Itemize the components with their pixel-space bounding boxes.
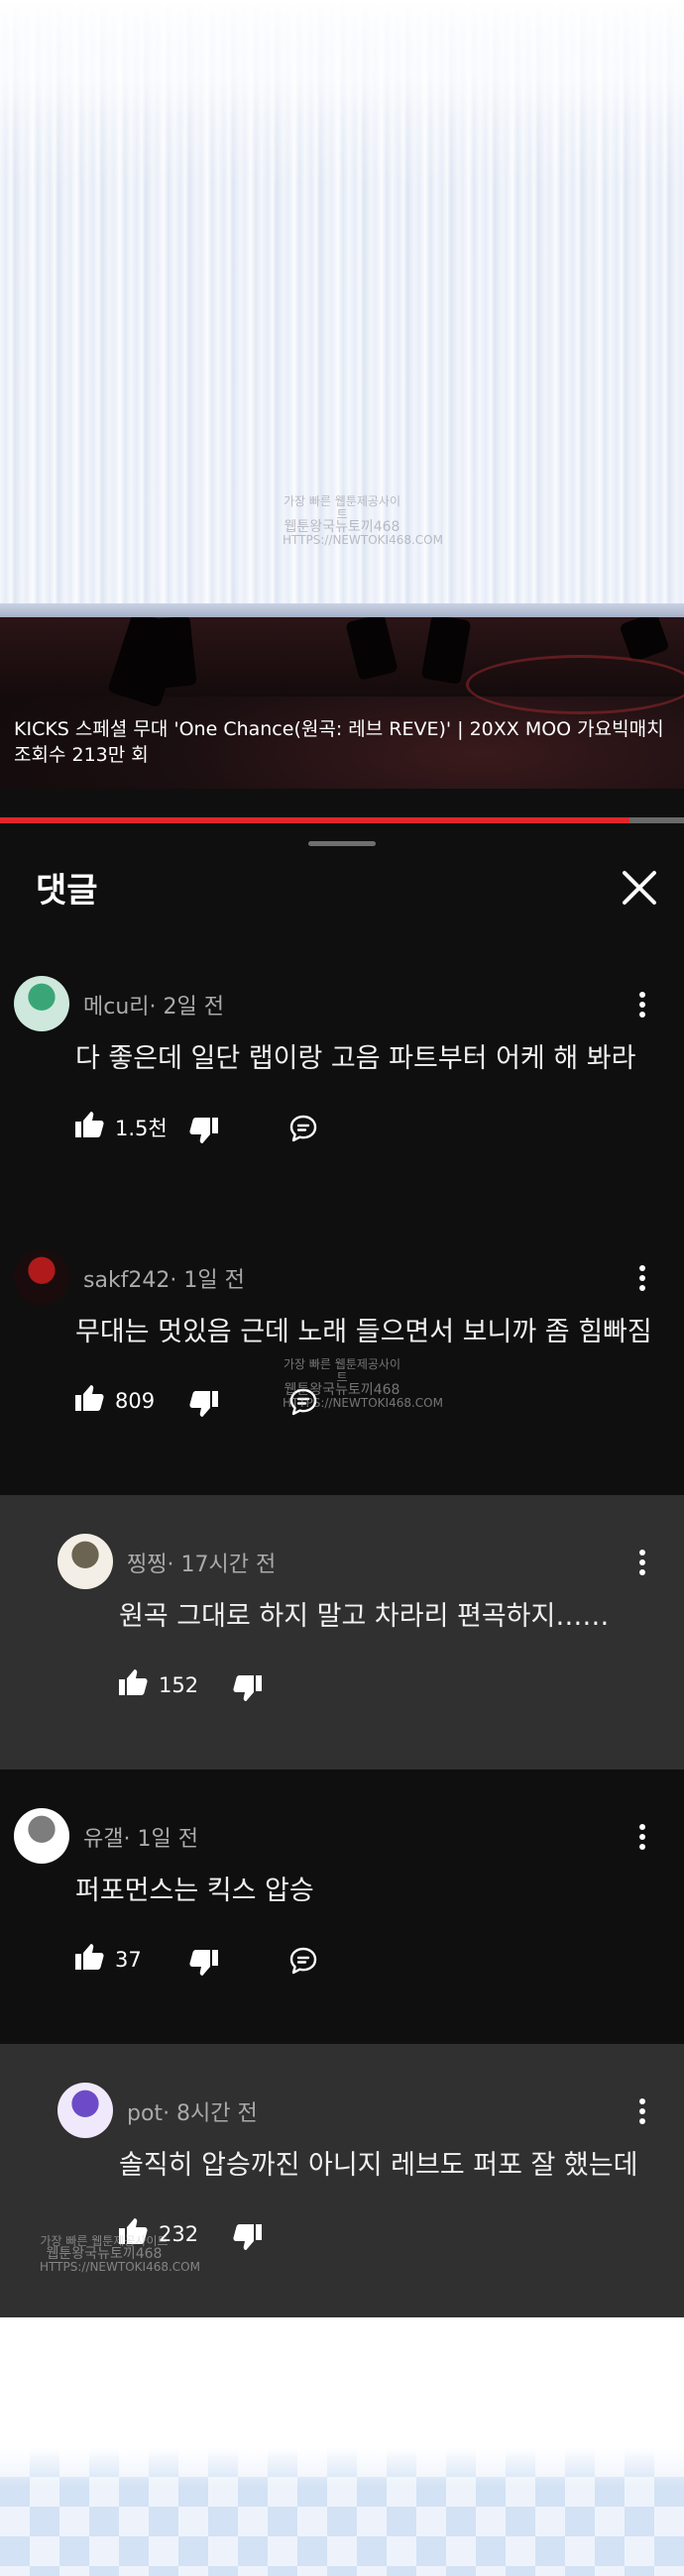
watermark: 가장 빠른 웹툰제공사이트 웹툰왕국뉴토끼468 HTTPS://NEWTOKI… (283, 494, 443, 547)
more-options-icon[interactable] (632, 1262, 652, 1296)
like-count: 37 (115, 1947, 142, 1972)
video-views: 조회수 213만 회 (14, 744, 149, 766)
thumbs-up-icon (73, 1942, 105, 1977)
watermark-line1: 가장 빠른 웹툰제공사이트 (283, 1357, 401, 1384)
watermark-line3: HTTPS://NEWTOKI468.COM (283, 533, 443, 547)
thumbs-down-icon (188, 1948, 220, 1983)
avatar[interactable] (57, 1534, 113, 1589)
comment-time: · 1일 전 (123, 1827, 198, 1852)
like-button[interactable]: 1.5천 (73, 1110, 168, 1144)
dislike-button[interactable] (188, 1116, 220, 1150)
watermark-line3: HTTPS://NEWTOKI468.COM (283, 1396, 443, 1410)
avatar[interactable] (14, 976, 69, 1031)
comment-author[interactable]: pot (127, 2101, 163, 2126)
reply-comment: pot· 8시간 전 솔직히 압승까진 아니지 레브도 퍼포 잘 했는데 232 (0, 2044, 684, 2317)
more-options-icon[interactable] (632, 2095, 652, 2129)
thumbs-up-icon (73, 1383, 105, 1418)
comment-time: · 8시간 전 (163, 2101, 258, 2126)
like-button[interactable]: 809 (73, 1383, 155, 1418)
comment-time: · 17시간 전 (167, 1553, 277, 1577)
page-gap (0, 2317, 684, 2447)
comments-title: 댓글 (36, 871, 98, 911)
comment-author[interactable]: sakf242 (83, 1268, 170, 1293)
comment-item: sakf242· 1일 전무대는 멋있음 근데 노래 들으면서 보니까 좀 힘빠… (0, 1211, 684, 1481)
comment-text: 솔직히 압승까진 아니지 레브도 퍼포 잘 했는데 (119, 2150, 638, 2181)
comment-meta: sakf242· 1일 전 (83, 1262, 245, 1294)
comment-text: 다 좋은데 일단 랩이랑 고음 파트부터 어케 해 봐라 (75, 1043, 636, 1074)
reply-button[interactable] (288, 1114, 318, 1148)
dislike-button[interactable] (232, 1673, 264, 1708)
dislike-button[interactable] (188, 1948, 220, 1983)
thumbs-up-icon (73, 1110, 105, 1144)
more-options-icon[interactable] (632, 989, 652, 1022)
avatar[interactable] (57, 2083, 113, 2138)
reply-button[interactable] (288, 1946, 318, 1981)
watermark: 가장 빠른 웹툰제공사이트 웹툰왕국뉴토끼468 HTTPS://NEWTOKI… (40, 2235, 200, 2274)
comment-item: 유갤· 1일 전퍼포먼스는 킥스 압승 37 (0, 1770, 684, 2044)
like-button[interactable]: 152 (117, 1667, 198, 1702)
like-count: 152 (159, 1672, 199, 1697)
video-player[interactable]: KICKS 스페셜 무대 'One Chance(원곡: 레브 REVE)' |… (0, 617, 684, 789)
video-caption: KICKS 스페셜 무대 'One Chance(원곡: 레브 REVE)' |… (14, 716, 674, 768)
comment-meta: 메cu리· 2일 전 (83, 989, 224, 1020)
more-options-icon[interactable] (632, 1821, 652, 1855)
video-bottom-strip (0, 789, 684, 817)
comment-author[interactable]: 메cu리 (83, 995, 150, 1020)
comment-text: 무대는 멋있음 근데 노래 들으면서 보니까 좀 힘빠짐 (75, 1317, 652, 1347)
dancer-silhouette (155, 617, 197, 689)
comment-text: 원곡 그대로 하지 말고 차라리 편곡하지…… (119, 1601, 610, 1632)
curtain-illustration: 가장 빠른 웹툰제공사이트 웹툰왕국뉴토끼468 HTTPS://NEWTOKI… (0, 0, 684, 617)
thumbs-up-icon (117, 1667, 149, 1702)
reply-comment: 찡찡· 17시간 전원곡 그대로 하지 말고 차라리 편곡하지…… 152 (0, 1495, 684, 1770)
like-button[interactable]: 37 (73, 1942, 142, 1977)
watermark: 가장 빠른 웹툰제공사이트 웹툰왕국뉴토끼468 HTTPS://NEWTOKI… (283, 1357, 443, 1410)
like-count: 1.5천 (115, 1116, 168, 1140)
watermark-line1: 가장 빠른 웹툰제공사이트 (283, 494, 401, 521)
comment-meta: 유갤· 1일 전 (83, 1821, 198, 1853)
comment-meta: pot· 8시간 전 (127, 2095, 258, 2127)
comment-author[interactable]: 찡찡 (127, 1553, 167, 1577)
close-icon (623, 871, 656, 905)
video-title: KICKS 스페셜 무대 'One Chance(원곡: 레브 REVE)' |… (14, 718, 664, 740)
drag-handle[interactable] (308, 841, 376, 846)
comment-author[interactable]: 유갤 (83, 1827, 123, 1852)
comment-time: · 2일 전 (149, 995, 224, 1020)
stage-light-ring (466, 655, 684, 714)
comment-item: 메cu리· 2일 전다 좋은데 일단 랩이랑 고음 파트부터 어케 해 봐라 1.… (0, 937, 684, 1211)
comments-sheet: 댓글 메cu리· 2일 전다 좋은데 일단 랩이랑 고음 파트부터 어케 해 봐… (0, 823, 684, 2317)
more-options-icon[interactable] (632, 1547, 652, 1580)
watermark-line3: HTTPS://NEWTOKI468.COM (40, 2260, 200, 2274)
reply-icon (288, 1946, 318, 1981)
thumbs-down-icon (188, 1389, 220, 1424)
thumbs-down-icon (232, 1673, 264, 1708)
comment-time: · 1일 전 (170, 1268, 245, 1293)
avatar[interactable] (14, 1808, 69, 1864)
thumbs-down-icon (188, 1116, 220, 1150)
dislike-button[interactable] (188, 1389, 220, 1424)
comment-meta: 찡찡· 17시간 전 (127, 1547, 276, 1578)
thumbs-down-icon (232, 2222, 264, 2257)
like-count: 809 (115, 1388, 156, 1413)
reply-icon (288, 1114, 318, 1148)
comment-text: 퍼포먼스는 킥스 압승 (75, 1876, 314, 1906)
stage-edge (0, 603, 684, 617)
avatar[interactable] (14, 1249, 69, 1305)
diamond-pattern-background (0, 2447, 684, 2576)
close-button[interactable] (615, 863, 664, 912)
dislike-button[interactable] (232, 2222, 264, 2257)
